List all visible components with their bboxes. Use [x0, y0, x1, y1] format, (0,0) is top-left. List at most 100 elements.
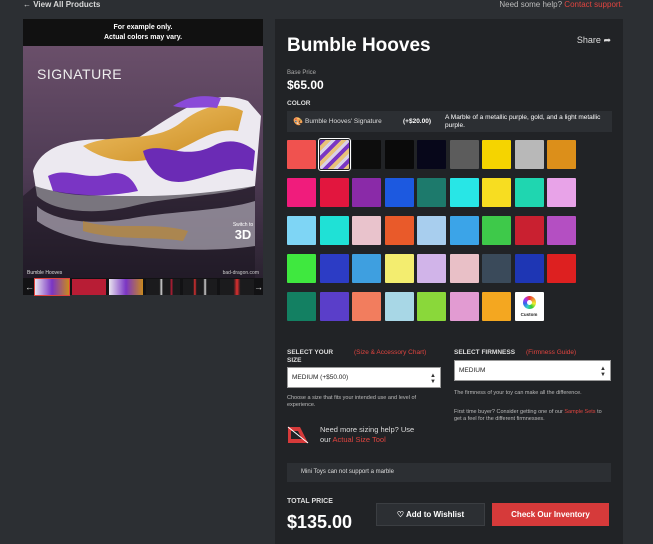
thumbnail-4[interactable] [146, 279, 180, 295]
custom-color-swatch[interactable]: Custom [514, 292, 544, 321]
firmness-guide-link[interactable]: (Firmness Guide) [526, 349, 576, 356]
arrow-left-icon: ← [23, 0, 31, 9]
thumbnail-6[interactable] [220, 279, 254, 295]
color-swatch[interactable] [417, 254, 446, 283]
color-swatch[interactable] [319, 292, 349, 321]
size-chart-link[interactable]: (Size & Accessory Chart) [354, 349, 434, 357]
color-swatch[interactable] [547, 178, 576, 207]
size-label: SELECT YOUR SIZE [287, 349, 334, 364]
color-swatch[interactable] [482, 140, 511, 169]
sample-sets-help: First time buyer? Consider getting one o… [454, 409, 604, 423]
back-link[interactable]: ← View All Products [23, 0, 100, 9]
color-swatch[interactable] [449, 178, 479, 207]
color-swatch[interactable] [352, 178, 381, 207]
sizing-help-line-1: Need more sizing help? Use [320, 425, 415, 434]
heart-icon: ♡ [396, 510, 405, 519]
color-swatch[interactable] [287, 216, 316, 245]
signature-label: SIGNATURE [37, 66, 123, 82]
arrow-left-icon[interactable]: ← [25, 282, 34, 292]
back-link-label: View All Products [33, 0, 101, 9]
color-swatch[interactable] [449, 254, 479, 283]
arrow-right-icon[interactable]: → [254, 282, 263, 292]
add-to-wishlist-button[interactable]: ♡ Add to Wishlist [376, 503, 485, 526]
sizing-help-text: Need more sizing help? Use our Actual Si… [320, 425, 414, 445]
updown-caret-icon: ▲ ▼ [600, 366, 606, 378]
contact-support-link[interactable]: Contact support. [564, 0, 623, 9]
color-swatch[interactable] [482, 292, 511, 321]
color-swatch[interactable] [514, 216, 544, 245]
size-select[interactable]: MEDIUM (+$50.00) ▲ ▼ [287, 367, 441, 388]
share-label: Share [576, 35, 601, 45]
color-swatch[interactable] [352, 254, 381, 283]
color-swatch[interactable] [482, 216, 511, 245]
color-disclaimer: For example only. Actual colors may vary… [23, 19, 263, 46]
photo-caption: Bumble Hooves [27, 270, 63, 276]
palette-icon: 🎨 [293, 117, 303, 126]
color-wheel-icon [522, 296, 536, 309]
color-swatch[interactable] [514, 140, 544, 169]
share-button[interactable]: Share ➦ [577, 35, 611, 46]
color-swatch[interactable] [482, 254, 511, 283]
color-swatch[interactable] [352, 140, 381, 169]
help-text: Need some help? Contact support. [499, 0, 623, 9]
color-swatch[interactable] [417, 178, 446, 207]
sizing-help-prefix: our [320, 435, 333, 444]
color-swatch[interactable] [384, 140, 414, 169]
firmness-select[interactable]: MEDIUM ▲ ▼ [454, 360, 611, 381]
switch-to-3d-button[interactable]: Switch to 3D [229, 222, 257, 252]
color-swatch[interactable] [547, 254, 576, 283]
selected-color-description: A Marble of a metallic purple, gold, and… [445, 114, 601, 129]
help-prefix: Need some help? [499, 0, 563, 9]
color-swatch[interactable] [352, 292, 381, 321]
selected-color-info: 🎨 Bumble Hooves' Signature (+$20.00) A M… [287, 111, 612, 132]
color-swatch[interactable] [417, 140, 446, 169]
photo-watermark: bad-dragon.com [222, 270, 259, 276]
size-select-value: MEDIUM (+$50.00) [292, 374, 349, 381]
thumbnail-1[interactable] [34, 278, 70, 296]
thumbnail-5[interactable] [183, 279, 217, 295]
color-swatch[interactable] [384, 178, 414, 207]
check-inventory-button[interactable]: Check Our Inventory [492, 503, 609, 526]
mini-toy-note: Mini Toys can not support a marble [287, 463, 611, 482]
thumbnail-strip: ← → [23, 278, 263, 296]
disclaimer-line-2: Actual colors may vary. [103, 34, 183, 41]
color-swatch[interactable] [287, 140, 316, 169]
color-swatch[interactable] [449, 292, 479, 321]
switch-mode: 3D [234, 227, 252, 242]
size-help-text: Choose a size that fits your intended us… [287, 395, 417, 408]
actual-size-tool-link[interactable]: Actual Size Tool [333, 435, 386, 444]
color-swatch[interactable] [319, 178, 349, 207]
color-swatch[interactable] [547, 140, 576, 169]
selected-color-name: Bumble Hooves' Signature [305, 118, 382, 125]
color-swatch[interactable] [287, 292, 316, 321]
main-product-image[interactable]: SIGNATURE Switch to 3D Bumble Hooves bad… [23, 46, 263, 278]
thumbnail-2[interactable] [72, 279, 106, 295]
color-swatch[interactable] [319, 216, 349, 245]
firmness-select-value: MEDIUM [459, 367, 486, 374]
wishlist-label: Add to Wishlist [405, 510, 465, 519]
color-swatch[interactable] [417, 292, 446, 321]
color-swatch[interactable] [384, 216, 414, 245]
color-swatch[interactable] [449, 140, 479, 169]
color-swatch[interactable] [317, 138, 351, 171]
product-gallery: For example only. Actual colors may vary… [23, 19, 263, 296]
color-swatch[interactable] [384, 254, 414, 283]
sample-sets-link[interactable]: Sample Sets [564, 409, 595, 415]
color-swatch[interactable] [449, 216, 479, 245]
product-panel: Bumble Hooves Share ➦ Base Price $65.00 … [275, 19, 623, 544]
color-swatch[interactable] [482, 178, 511, 207]
color-swatch[interactable] [287, 178, 316, 207]
thumbnail-3[interactable] [109, 279, 143, 295]
color-swatch[interactable] [384, 292, 414, 321]
color-swatch[interactable] [514, 254, 544, 283]
selected-color-price: (+$20.00) [403, 118, 432, 125]
firmness-label: SELECT FIRMNESS [454, 349, 516, 356]
color-swatch[interactable] [287, 254, 316, 283]
color-swatch[interactable] [547, 216, 576, 245]
sizing-help: Need more sizing help? Use our Actual Si… [287, 423, 447, 447]
color-swatch[interactable] [514, 178, 544, 207]
updown-caret-icon: ▲ ▼ [430, 373, 436, 385]
color-swatch[interactable] [417, 216, 446, 245]
color-swatch[interactable] [319, 254, 349, 283]
color-swatch[interactable] [352, 216, 381, 245]
